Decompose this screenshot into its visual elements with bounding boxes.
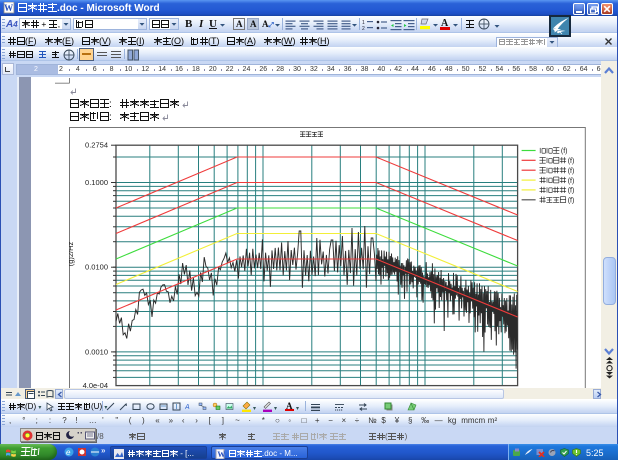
svg-text:W: W [217,450,225,459]
svg-text:(f): (f) [568,188,575,195]
svg-text:(f): (f) [568,168,575,175]
svg-text:0.0100: 0.0100 [85,263,108,272]
svg-text:W: W [4,3,13,13]
svg-text:e: e [66,448,71,457]
svg-text:0.1000: 0.1000 [85,178,108,187]
svg-text:0.2754: 0.2754 [85,141,108,150]
svg-text:(f): (f) [561,148,568,155]
svg-text:(g)2/Hz: (g)2/Hz [69,241,75,266]
svg-text:(f): (f) [568,158,575,165]
svg-text:(f): (f) [568,198,575,205]
svg-text:4.0e-04: 4.0e-04 [83,381,108,388]
svg-text:(f): (f) [568,178,575,185]
svg-text:2: 2 [362,26,365,31]
svg-text:0.0010: 0.0010 [85,347,108,356]
svg-text:A: A [185,404,190,411]
